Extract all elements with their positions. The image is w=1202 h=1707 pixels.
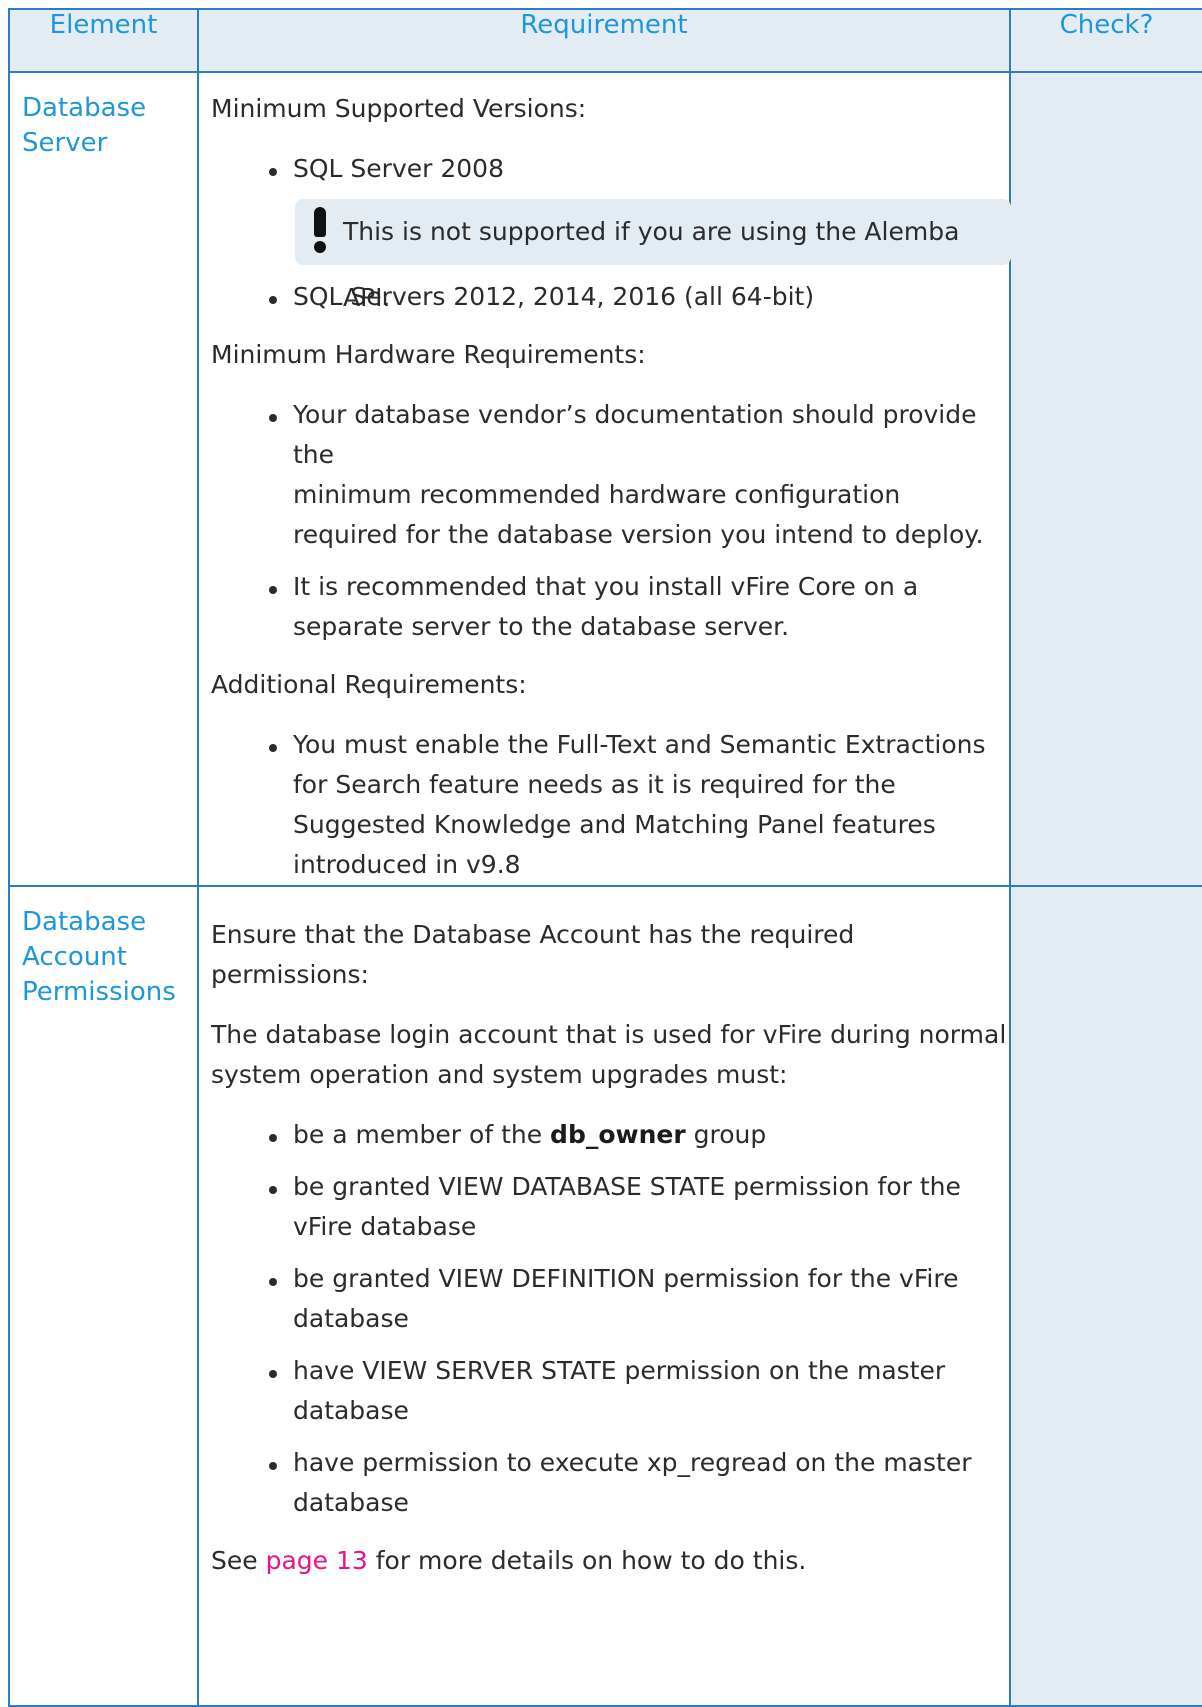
check-cell[interactable] bbox=[1009, 71, 1202, 887]
element-name-line: Permissions bbox=[22, 977, 176, 1007]
exclamation-icon bbox=[311, 207, 329, 255]
table-row-database-server: Database Server Minimum Supported Versio… bbox=[8, 71, 1202, 887]
table-row-database-account-permissions: Database Account Permissions Ensure that… bbox=[8, 885, 1202, 1707]
intro-text: Ensure that the Database Account has the… bbox=[211, 920, 855, 989]
page-link[interactable]: page 13 bbox=[266, 1546, 368, 1575]
element-name-line: Server bbox=[22, 128, 108, 158]
bullet-list: be a member of the db_owner group be gra… bbox=[211, 1115, 1009, 1523]
list-item: be a member of the db_owner group bbox=[269, 1115, 1009, 1155]
check-cell[interactable] bbox=[1009, 885, 1202, 1707]
requirements-table: Element Requirement Check? Database Serv… bbox=[8, 8, 1202, 1707]
bullet-list: Your database vendor’s documentation sho… bbox=[211, 395, 1009, 647]
list-item: Your database vendor’s documentation sho… bbox=[269, 395, 1009, 555]
section-heading: Minimum Supported Versions: bbox=[211, 94, 587, 123]
header-element: Element bbox=[8, 8, 199, 73]
header-check: Check? bbox=[1009, 8, 1202, 73]
list-item: It is recommended that you install vFire… bbox=[269, 567, 1009, 647]
element-cell: Database Account Permissions bbox=[8, 885, 199, 1707]
bullet-list: SQL Servers 2012, 2014, 2016 (all 64-bit… bbox=[211, 277, 1009, 317]
list-item: You must enable the Full-Text and Semant… bbox=[269, 725, 1009, 885]
bullet-list: You must enable the Full-Text and Semant… bbox=[211, 725, 1009, 885]
list-item: SQL Server 2008 bbox=[269, 149, 1009, 189]
element-name-line: Database bbox=[22, 907, 147, 937]
section-heading: Additional Requirements: bbox=[211, 670, 527, 699]
list-item: have VIEW SERVER STATE permission on the… bbox=[269, 1351, 1009, 1431]
requirement-cell: Ensure that the Database Account has the… bbox=[197, 885, 1011, 1707]
list-item: be granted VIEW DATABASE STATE permissio… bbox=[269, 1167, 1009, 1247]
paragraph: The database login account that is used … bbox=[211, 1020, 1007, 1089]
see-also-text: See page 13 for more details on how to d… bbox=[211, 1546, 807, 1575]
element-name-line: Database bbox=[22, 93, 147, 123]
list-item: be granted VIEW DEFINITION permission fo… bbox=[269, 1259, 1009, 1339]
section-heading: Minimum Hardware Requirements: bbox=[211, 340, 646, 369]
element-name-line: Account bbox=[22, 942, 127, 972]
header-row: Element Requirement Check? bbox=[8, 8, 1202, 73]
element-cell: Database Server bbox=[8, 71, 199, 887]
list-item: have permission to execute xp_regread on… bbox=[269, 1443, 1009, 1523]
note-callout: This is not supported if you are using t… bbox=[295, 199, 1011, 312]
header-requirement: Requirement bbox=[197, 8, 1011, 73]
bullet-list: SQL Server 2008 bbox=[211, 149, 1009, 189]
list-item: SQL Servers 2012, 2014, 2016 (all 64-bit… bbox=[269, 277, 1009, 317]
db-owner-bold: db_owner bbox=[550, 1120, 686, 1149]
requirement-cell: Minimum Supported Versions: SQL Server 2… bbox=[197, 71, 1011, 887]
